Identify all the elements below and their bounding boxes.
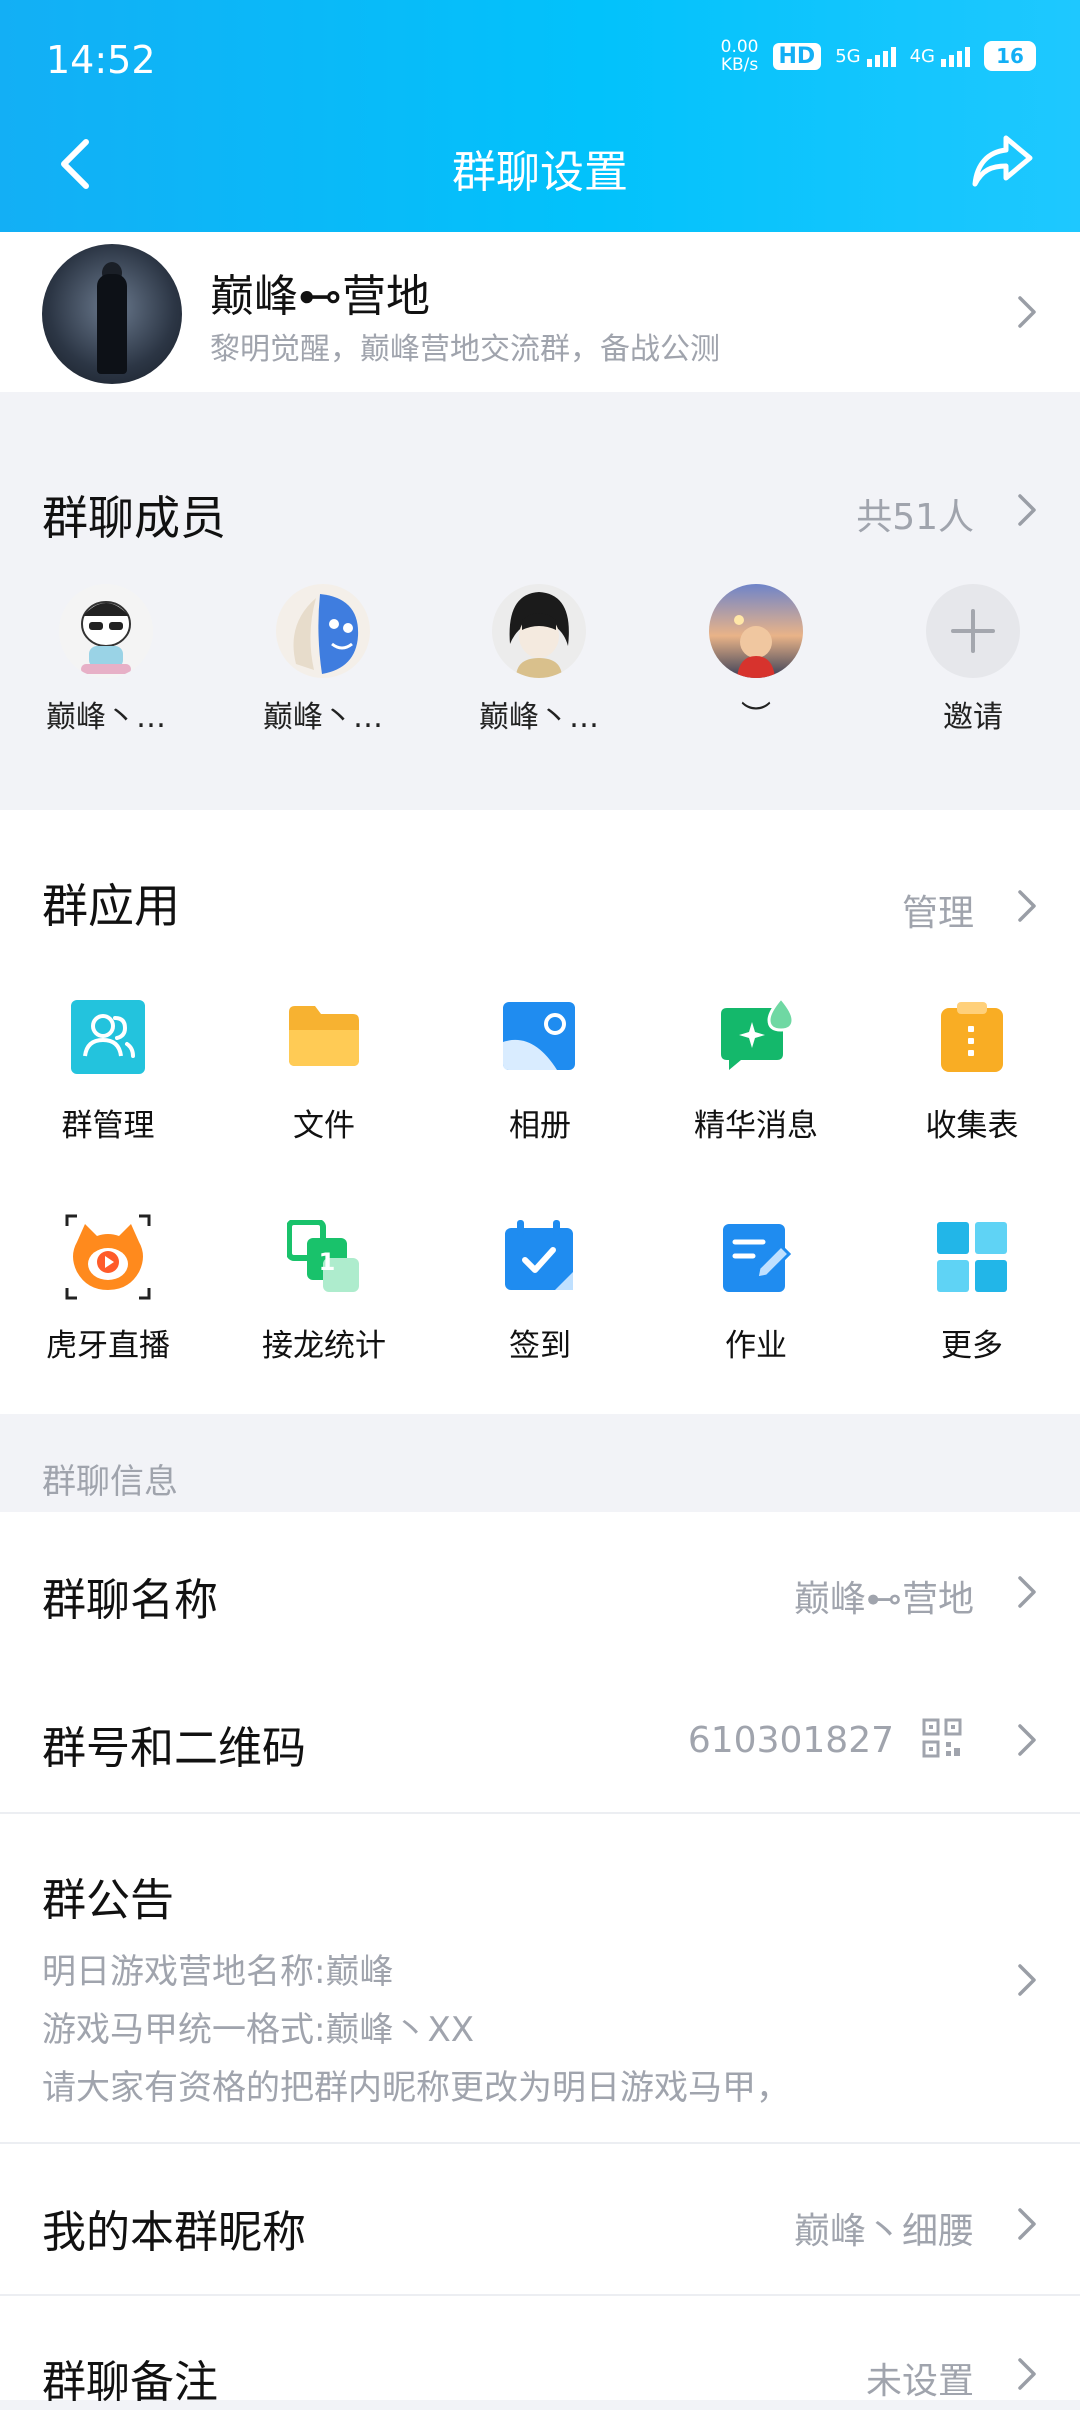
qr-code-icon [922,1718,962,1758]
group-notice-row[interactable]: 群公告 明日游戏营地名称:巅峰 游戏马甲统一格式:巅峰丶XX 请大家有资格的把群… [0,1814,1080,2142]
title-bar: 14:52 0.00 KB/s HD 5G 4G 16 群聊设置 [0,0,1080,232]
group-id-label: 群号和二维码 [42,1723,306,1774]
group-avatar [42,244,182,384]
members-section: 群聊成员 共51人 巅峰丶… 巅峰丶… 巅峰丶… ︶ 邀请 [0,392,1080,810]
signal-5g-icon: 5G [835,46,896,67]
notice-line: 游戏马甲统一格式:巅峰丶XX [42,2010,475,2050]
clipboard-icon [941,1002,1003,1072]
group-description: 黎明觉醒，巅峰营地交流群，备战公测 [210,332,720,367]
group-name-row[interactable]: 群聊名称 巅峰⊷营地 [0,1512,1080,1662]
group-id-value: 610301827 [687,1720,894,1761]
member-avatar [59,584,153,678]
member-name: 巅峰丶… [263,700,383,735]
group-notice-label: 群公告 [42,1875,174,1926]
info-section-header: 群聊信息 [0,1414,1080,1512]
group-remark-row[interactable]: 群聊备注 未设置 [0,2296,1080,2408]
app-more[interactable]: 更多 [872,1220,1072,1365]
member-name: ︶ [741,700,771,735]
chevron-right-icon [1018,1724,1036,1756]
apps-title: 群应用 [42,879,180,933]
page-title: 群聊设置 [452,147,628,198]
members-title: 群聊成员 [42,491,226,545]
status-time: 14:52 [46,38,156,82]
app-collection-form[interactable]: 收集表 [872,1000,1072,1145]
invite-label: 邀请 [943,700,1003,735]
checkin-icon [505,1220,573,1290]
huya-live-icon [65,1214,151,1300]
apps-manage-link[interactable]: 管理 [902,884,974,936]
chevron-right-icon [1018,296,1036,328]
member-item[interactable]: 巅峰丶… [469,584,609,736]
member-item[interactable]: ︶ [686,584,826,736]
group-profile-row[interactable]: 巅峰⊷营地 黎明觉醒，巅峰营地交流群，备战公测 [0,232,1080,392]
relay-stats-icon: 1 [286,1219,359,1292]
app-essence-message[interactable]: 精华消息 [656,995,856,1145]
group-remark-label: 群聊备注 [42,2357,218,2408]
app-huya-live[interactable]: 虎牙直播 [8,1214,208,1365]
chevron-right-icon [1018,1964,1036,1996]
more-grid-icon [937,1222,1007,1292]
my-nickname-row[interactable]: 我的本群昵称 巅峰丶细腰 [0,2144,1080,2294]
app-checkin[interactable]: 签到 [440,1220,640,1365]
my-nickname-label: 我的本群昵称 [42,2207,306,2258]
my-nickname-value: 巅峰丶细腰 [793,2211,974,2252]
member-item[interactable]: 巅峰丶… [36,584,176,736]
share-icon[interactable] [970,128,1036,194]
group-id-row[interactable]: 群号和二维码 610301827 [0,1662,1080,1812]
invite-button[interactable]: 邀请 [903,584,1043,736]
member-avatar [276,584,370,678]
homework-icon [723,1224,792,1292]
group-name-label: 群聊名称 [42,1575,218,1626]
member-name: 巅峰丶… [479,700,599,735]
svg-text:1: 1 [319,1248,336,1276]
chevron-right-icon[interactable] [1016,492,1038,528]
album-icon [503,1002,575,1070]
app-homework[interactable]: 作业 [656,1220,856,1365]
hd-icon: HD [772,42,822,70]
group-name-value: 巅峰⊷营地 [793,1579,974,1620]
notice-line: 明日游戏营地名称:巅峰 [42,1952,394,1992]
member-name: 巅峰丶… [46,700,166,735]
member-item[interactable]: 巅峰丶… [253,584,393,736]
group-manage-icon [71,1000,145,1074]
app-album[interactable]: 相册 [440,1000,640,1145]
group-apps-section: 群应用 管理 群管理 文件 相册 精华消息 收集表 虎牙直播 1 接龙统计 签到… [0,810,1080,1414]
app-relay-stats[interactable]: 1 接龙统计 [224,1219,424,1365]
chevron-right-icon [1018,2358,1036,2390]
group-name: 巅峰⊷营地 [210,271,430,322]
essence-message-icon [721,995,795,1070]
status-icons: 0.00 KB/s HD 5G 4G 16 [721,38,1036,74]
chevron-right-icon [1018,2208,1036,2240]
app-group-manage[interactable]: 群管理 [8,1000,208,1145]
member-count[interactable]: 共51人 [856,488,974,540]
net-speed: 0.00 KB/s [720,37,759,75]
member-avatar [492,584,586,678]
chevron-right-icon[interactable] [1016,888,1038,924]
battery-icon: 16 [984,41,1036,71]
chevron-right-icon [1018,1576,1036,1608]
member-avatar [709,584,803,678]
group-remark-value: 未设置 [865,2361,974,2402]
plus-icon [926,584,1020,678]
folder-icon [289,1006,359,1066]
signal-4g-icon: 4G [910,46,970,67]
notice-line: 请大家有资格的把群内昵称更改为明日游戏马甲， [42,2068,790,2108]
app-files[interactable]: 文件 [224,1000,424,1145]
